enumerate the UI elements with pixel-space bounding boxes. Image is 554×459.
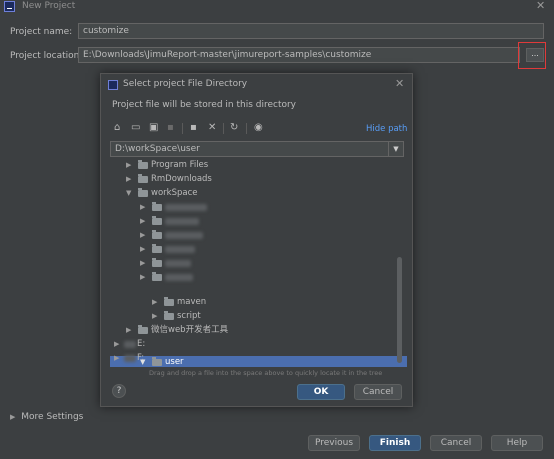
hide-path-link[interactable]: Hide path — [366, 124, 407, 134]
more-settings-label: More Settings — [21, 412, 84, 422]
dialog-help-button[interactable]: ? — [112, 384, 126, 398]
toolbar-separator — [223, 123, 224, 134]
folder-icon — [138, 188, 148, 197]
select-directory-dialog: Select project File Directory ✕ Project … — [100, 73, 413, 407]
dialog-close-icon[interactable]: ✕ — [395, 77, 404, 90]
desktop-icon[interactable]: ▭ — [131, 123, 140, 133]
show-hidden-icon[interactable]: ◉ — [254, 123, 263, 133]
intellij-app-icon — [108, 80, 118, 90]
intellij-app-icon — [4, 1, 15, 12]
delete-icon[interactable]: ✕ — [208, 123, 216, 133]
expand-arrow-icon[interactable]: ▶ — [140, 201, 145, 214]
tree-scrollbar[interactable] — [397, 257, 402, 363]
drive-e-label: E: — [137, 339, 146, 349]
tree-node-label: maven — [177, 297, 207, 307]
tree-node[interactable]: ▶ F: — [110, 352, 407, 365]
obscured-label — [165, 274, 193, 281]
obscured-label — [165, 204, 207, 211]
tree-node-obscured[interactable]: ▶ — [110, 215, 407, 228]
drive-f-label: F: — [137, 353, 145, 363]
help-button[interactable]: Help — [491, 435, 543, 451]
expand-arrow-icon[interactable]: ▶ — [152, 310, 157, 323]
tree-node-obscured[interactable]: ▶ — [110, 201, 407, 214]
tree-node-label: script — [177, 311, 201, 321]
tree-node[interactable]: ▶ E: — [110, 338, 407, 351]
tree-node-label: Program Files — [151, 160, 209, 170]
highlight-box — [518, 42, 546, 69]
folder-icon — [152, 202, 162, 211]
project-name-label: Project name: — [10, 27, 73, 37]
previous-button[interactable]: Previous — [308, 435, 360, 451]
module-icon[interactable]: ▪ — [167, 123, 174, 133]
obscured-label — [165, 260, 191, 267]
tree-node-label: workSpace — [151, 188, 198, 198]
drop-hint: Drag and drop a file into the space abov… — [149, 369, 383, 377]
expand-arrow-icon[interactable]: ▶ — [140, 243, 145, 256]
project-location-input[interactable]: E:\Downloads\JimuReport-master\jimurepor… — [78, 47, 520, 63]
dialog-title: Select project File Directory — [123, 79, 248, 89]
tree-node-obscured[interactable]: ▶ — [110, 271, 407, 284]
cancel-button[interactable]: Cancel — [430, 435, 482, 451]
tree-node[interactable]: ▼ workSpace — [110, 187, 407, 200]
tree-node[interactable]: ▶ maven — [110, 296, 407, 309]
folder-icon — [138, 160, 148, 169]
expand-arrow-icon[interactable]: ▶ — [140, 257, 145, 270]
more-settings-toggle[interactable]: ▶ More Settings — [10, 412, 83, 422]
obscured-label — [165, 218, 199, 225]
title-bar: New Project ✕ — [0, 0, 554, 14]
folder-icon — [152, 258, 162, 267]
expand-arrow-icon[interactable]: ▶ — [114, 338, 119, 351]
path-history-dropdown[interactable]: ▼ — [388, 142, 403, 156]
window-close-icon[interactable]: ✕ — [536, 0, 545, 12]
obscured-label — [165, 232, 203, 239]
ok-button[interactable]: OK — [297, 384, 345, 400]
expand-arrow-icon[interactable]: ▶ — [126, 159, 131, 172]
home-icon[interactable]: ⌂ — [114, 123, 120, 133]
finish-button[interactable]: Finish — [369, 435, 421, 451]
tree-node[interactable]: ▶ 微信web开发者工具 — [110, 324, 407, 337]
expand-arrow-icon[interactable]: ▶ — [126, 173, 131, 186]
expand-arrow-icon[interactable]: ▶ — [140, 271, 145, 284]
drive-icon-obscured — [124, 341, 136, 348]
tree-node[interactable]: ▶ RmDownloads — [110, 173, 407, 186]
folder-icon — [152, 216, 162, 225]
toolbar-separator — [246, 123, 247, 134]
project-icon[interactable]: ▣ — [149, 123, 158, 133]
folder-icon — [164, 297, 174, 306]
tree-node[interactable]: ▶ script — [110, 310, 407, 323]
folder-icon — [152, 272, 162, 281]
tree-node-label: RmDownloads — [151, 174, 212, 184]
collapse-arrow-icon[interactable]: ▼ — [126, 187, 131, 200]
dialog-cancel-button[interactable]: Cancel — [354, 384, 402, 400]
expand-arrow-icon: ▶ — [10, 413, 16, 421]
folder-icon — [152, 230, 162, 239]
tree-node-obscured[interactable]: ▶ — [110, 229, 407, 242]
refresh-icon[interactable]: ↻ — [230, 123, 238, 133]
dialog-description: Project file will be stored in this dire… — [112, 100, 297, 110]
expand-arrow-icon[interactable]: ▶ — [140, 229, 145, 242]
drive-icon-obscured — [124, 355, 136, 362]
expand-arrow-icon[interactable]: ▶ — [140, 215, 145, 228]
obscured-label — [165, 246, 195, 253]
tree-node-obscured[interactable]: ▶ — [110, 243, 407, 256]
window-title: New Project — [22, 1, 76, 11]
project-name-input[interactable]: customize — [78, 23, 544, 39]
toolbar-separator — [182, 123, 183, 134]
path-input[interactable]: D:\workSpace\user — [110, 141, 404, 157]
tree-node-label: 微信web开发者工具 — [151, 325, 229, 335]
expand-arrow-icon[interactable]: ▶ — [152, 296, 157, 309]
project-location-label: Project location: — [10, 51, 83, 61]
tree-node-obscured[interactable]: ▶ — [110, 257, 407, 270]
folder-icon — [164, 311, 174, 320]
new-folder-icon[interactable]: ▪ — [190, 123, 197, 133]
folder-icon — [138, 325, 148, 334]
expand-arrow-icon[interactable]: ▶ — [126, 324, 131, 337]
folder-icon — [152, 244, 162, 253]
tree-node[interactable]: ▶ Program Files — [110, 159, 407, 172]
folder-icon — [138, 174, 148, 183]
expand-arrow-icon[interactable]: ▶ — [114, 352, 119, 365]
